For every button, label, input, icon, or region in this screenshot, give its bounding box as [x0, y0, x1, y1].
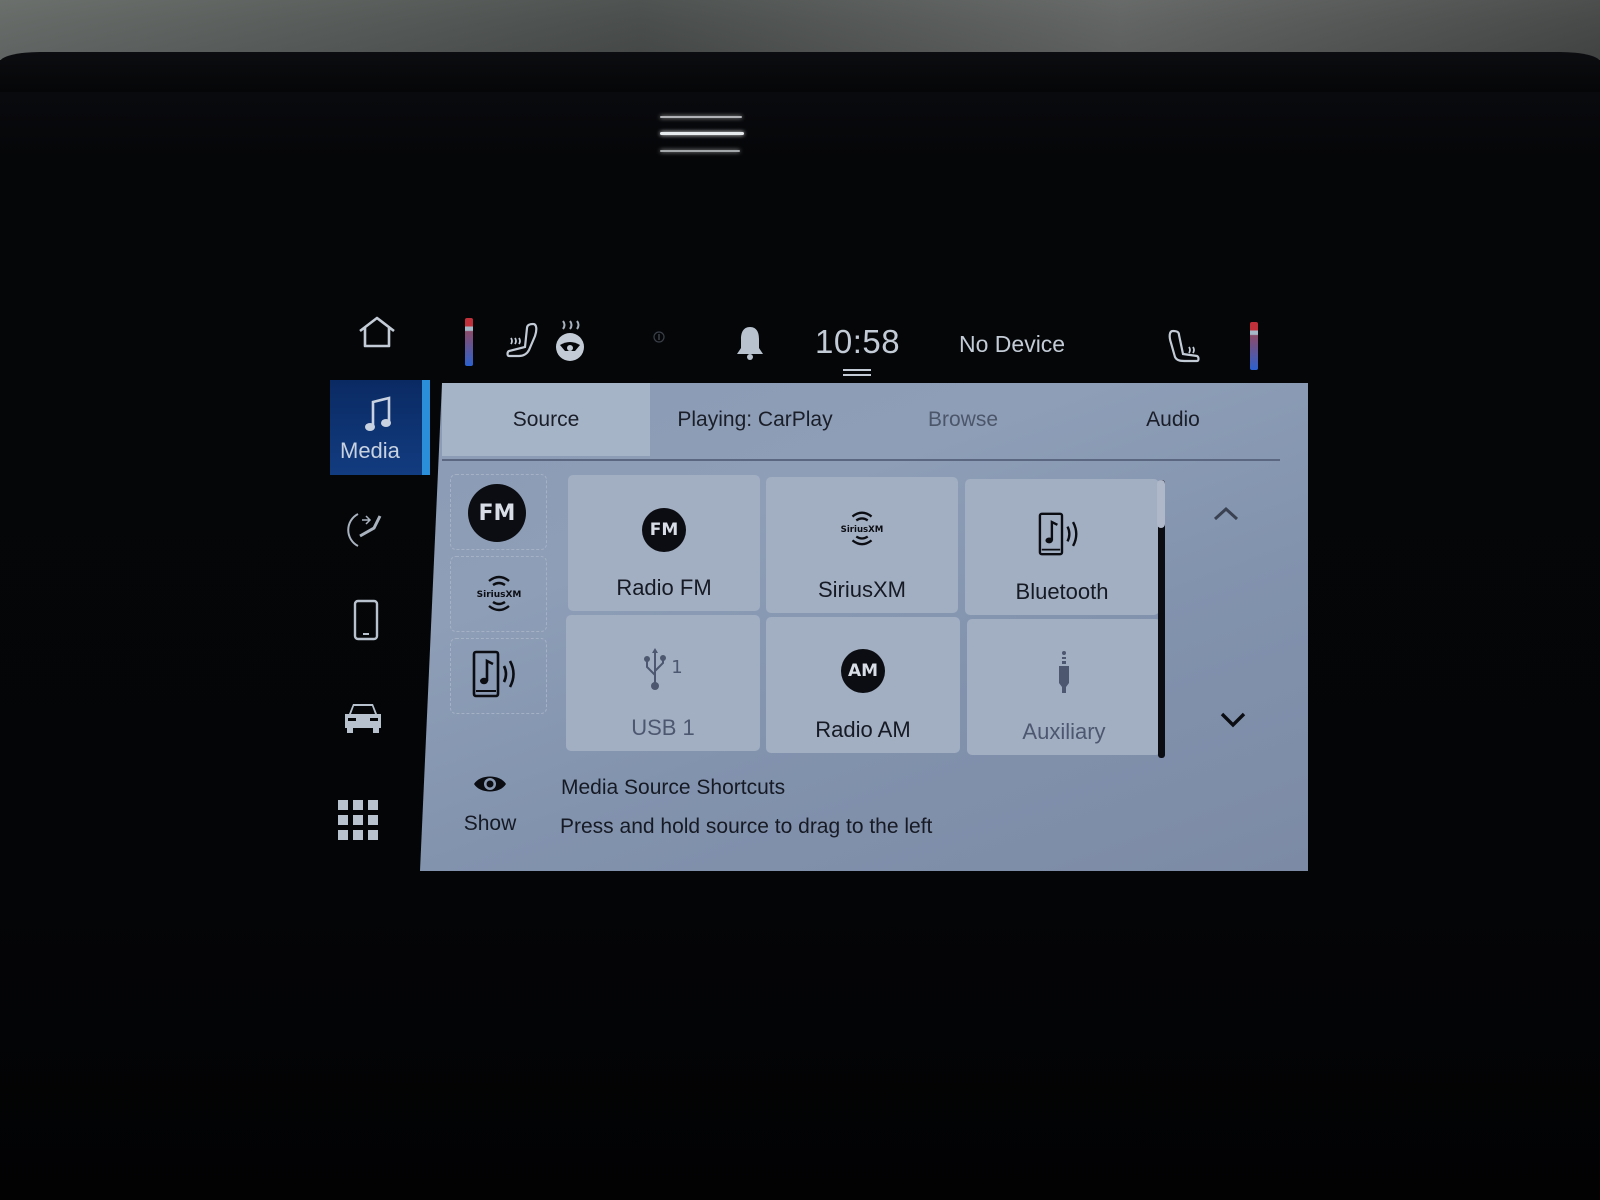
svg-text:SiriusXM: SiriusXM	[841, 525, 884, 535]
scroll-up-button[interactable]	[1208, 500, 1244, 528]
seat-adjust-icon	[347, 513, 382, 547]
tab-label: Audio	[1146, 407, 1200, 431]
heated-steering-wheel-button[interactable]	[550, 318, 590, 364]
usb-port-number: 1	[671, 657, 682, 678]
usb-icon: 1	[644, 648, 683, 690]
tab-label: Playing: CarPlay	[677, 407, 833, 431]
app-grid-icon	[338, 800, 378, 840]
car-icon	[345, 704, 381, 733]
eye-icon	[474, 776, 506, 792]
siriusxm-icon: SiriusXM	[477, 575, 522, 612]
ambient-light-strip	[660, 132, 744, 135]
drawer-handle[interactable]	[843, 369, 871, 371]
svg-text:SiriusXM: SiriusXM	[477, 590, 522, 600]
show-label: Show	[463, 812, 517, 835]
home-button[interactable]	[355, 312, 399, 352]
passenger-temp-indicator[interactable]	[1250, 322, 1258, 370]
info-icon	[653, 331, 665, 343]
source-tile-auxiliary[interactable]: Auxiliary	[967, 619, 1161, 755]
source-tile-radio-am[interactable]: AM Radio AM	[766, 617, 960, 753]
tab-source[interactable]: Source	[442, 383, 650, 456]
source-label: USB 1	[631, 715, 695, 740]
tab-divider	[442, 459, 1280, 461]
source-tile-bluetooth[interactable]: Bluetooth	[965, 479, 1159, 615]
source-tile-usb1[interactable]: 1 USB 1	[566, 615, 760, 751]
source-label: Radio FM	[616, 575, 712, 600]
heated-seat-icon	[506, 322, 538, 358]
shortcut-slot-fm[interactable]: FM	[450, 474, 547, 550]
shortcuts-hint: Press and hold source to drag to the lef…	[560, 815, 933, 838]
music-note-icon	[360, 395, 396, 435]
ambient-light-strip	[660, 116, 742, 118]
heated-seat-button[interactable]	[503, 318, 543, 362]
tab-label: Browse	[927, 407, 999, 431]
rail-item-media-label: Media	[340, 438, 400, 463]
media-tabs: Source Playing: CarPlay Browse Audio	[442, 383, 1280, 456]
aux-jack-icon	[1059, 651, 1069, 693]
home-icon	[359, 316, 395, 348]
rail-active-indicator	[422, 380, 430, 475]
bluetooth-audio-icon	[472, 650, 515, 698]
source-label: Radio AM	[815, 717, 911, 742]
tab-label: Source	[512, 407, 580, 431]
am-icon: AM	[841, 649, 885, 693]
chevron-up-icon	[1213, 506, 1239, 521]
driver-temp-indicator[interactable]	[465, 318, 473, 366]
rail-item-apps[interactable]	[336, 798, 380, 842]
heated-steering-wheel-icon	[556, 320, 584, 361]
source-label: Auxiliary	[1022, 719, 1106, 744]
bluetooth-audio-icon	[1038, 512, 1078, 556]
show-shortcuts-button[interactable]: Show	[455, 770, 525, 840]
shortcuts-title: Media Source Shortcuts	[561, 776, 786, 799]
fm-icon: FM	[468, 484, 526, 542]
rail-item-phone[interactable]	[352, 598, 380, 642]
scrollbar-thumb[interactable]	[1157, 480, 1165, 528]
rail-item-seat[interactable]	[343, 505, 389, 551]
notification-bell-icon	[737, 327, 763, 360]
background-glare	[0, 0, 1600, 60]
tab-audio[interactable]: Audio	[1066, 383, 1280, 456]
bezel-top-edge	[0, 52, 1600, 92]
source-tile-radio-fm[interactable]: FM Radio FM	[568, 475, 760, 611]
phone-icon	[353, 599, 379, 641]
passenger-heated-seat-button[interactable]	[1165, 326, 1205, 366]
siriusxm-icon: SiriusXM	[841, 511, 884, 546]
tab-browse[interactable]: Browse	[860, 383, 1066, 456]
shortcut-slot-bluetooth[interactable]	[450, 638, 547, 714]
info-button[interactable]	[652, 330, 666, 344]
rail-item-vehicle[interactable]	[340, 698, 386, 738]
tab-playing[interactable]: Playing: CarPlay	[650, 383, 860, 456]
fm-icon: FM	[642, 508, 686, 552]
connected-device-status[interactable]: No Device	[959, 331, 1065, 358]
scroll-down-button[interactable]	[1215, 706, 1251, 734]
source-label: SiriusXM	[817, 577, 906, 602]
chevron-down-icon	[1220, 712, 1246, 728]
notification-button[interactable]	[732, 322, 768, 364]
source-label: Bluetooth	[1015, 579, 1109, 604]
passenger-heated-seat-icon	[1168, 329, 1200, 363]
source-tile-siriusxm[interactable]: SiriusXM SiriusXM	[766, 477, 958, 613]
clock[interactable]: 10:58	[815, 323, 900, 361]
ambient-light-strip	[660, 150, 740, 152]
shortcut-slot-siriusxm[interactable]: SiriusXM	[450, 556, 547, 632]
